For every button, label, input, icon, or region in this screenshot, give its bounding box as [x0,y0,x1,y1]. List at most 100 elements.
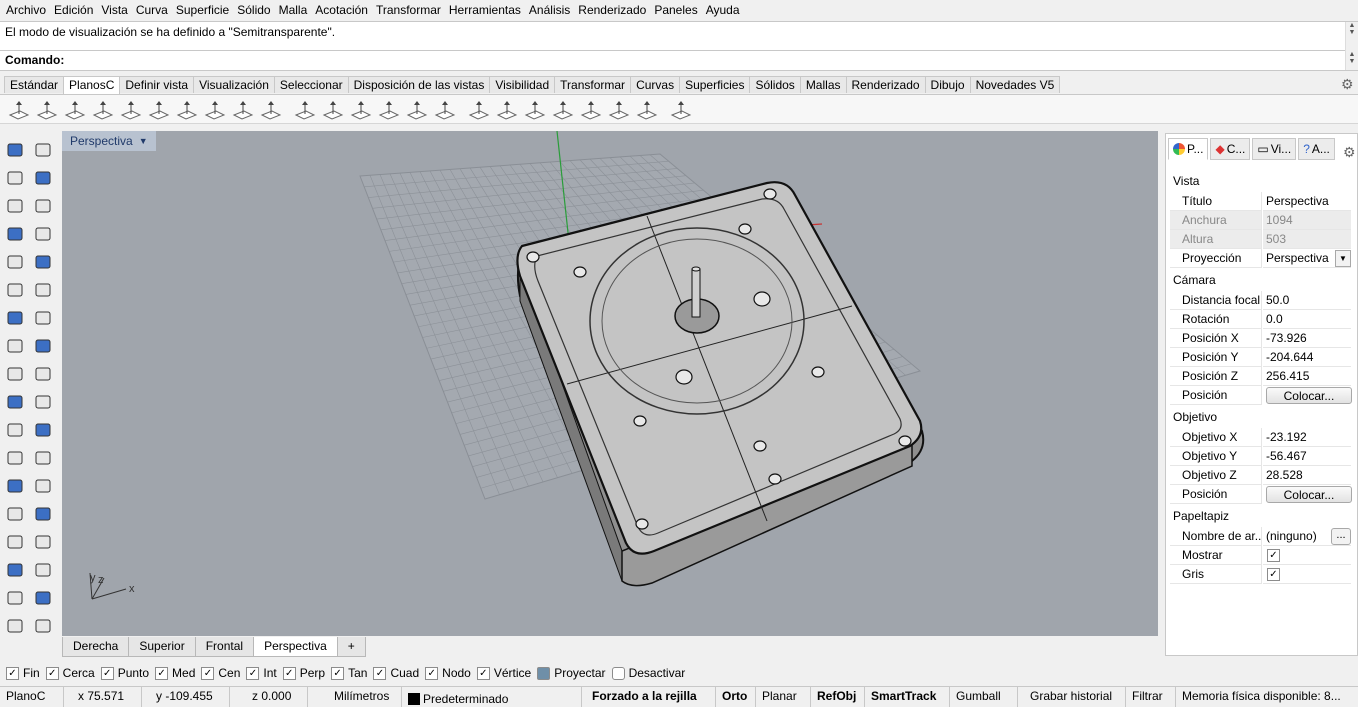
tab-curvas[interactable]: Curvas [630,76,681,93]
menu-edicion[interactable]: Edición [50,0,97,20]
osnap-12[interactable]: Desactivar [611,666,685,680]
objz-value[interactable]: 28.528 [1263,466,1351,485]
cplane-curve-icon[interactable] [260,99,282,121]
ellipse-icon[interactable] [32,195,56,219]
tab-visibilidad[interactable]: Visibilidad [489,76,556,93]
tab-transformar[interactable]: Transformar [554,76,632,93]
tab-superficies[interactable]: Superficies [679,76,751,93]
command-scrollbar[interactable]: ▲ ▼ [1345,51,1358,70]
focal-value[interactable]: 50.0 [1263,291,1351,310]
polygon-icon[interactable] [4,251,28,275]
browse-button[interactable]: ... [1331,528,1351,545]
menu-analisis[interactable]: Análisis [525,0,574,20]
mirror-icon[interactable] [32,503,56,527]
rectangle-icon[interactable] [32,223,56,247]
polyline-icon[interactable] [4,167,28,191]
cplane-next-icon[interactable] [636,99,658,121]
cplane-elevation-icon[interactable] [120,99,142,121]
tab-definir-vista[interactable]: Definir vista [119,76,195,93]
status-grid-snap[interactable]: Forzado a la rejilla [582,687,716,707]
posz-value[interactable]: 256.415 [1263,367,1351,386]
analyze-icon[interactable] [32,559,56,583]
osnap-checkbox[interactable]: ✓ [100,666,114,680]
cplane-undo-icon[interactable] [434,99,456,121]
menu-superficie[interactable]: Superficie [172,0,233,20]
osnap-0[interactable]: ✓ Fin [6,666,40,680]
menu-vista[interactable]: Vista [97,0,131,20]
boolean-icon[interactable] [32,363,56,387]
gris-checkbox[interactable]: ✓ [1267,568,1280,581]
curve-icon[interactable] [32,167,56,191]
posx-value[interactable]: -73.926 [1263,329,1351,348]
osnap-checkbox[interactable]: ✓ [246,666,260,680]
split-icon[interactable] [4,391,28,415]
cplane-surface-icon[interactable] [468,99,490,121]
objy-value[interactable]: -56.467 [1263,447,1351,466]
menu-paneles[interactable]: Paneles [650,0,701,20]
status-ortho[interactable]: Orto [716,687,756,707]
status-history[interactable]: Grabar historial [1018,687,1126,707]
osnap-checkbox[interactable]: ✓ [425,666,439,680]
objx-value[interactable]: -23.192 [1263,428,1351,447]
menu-malla[interactable]: Malla [275,0,312,20]
check-icon[interactable] [4,587,28,611]
menu-ayuda[interactable]: Ayuda [702,0,744,20]
menu-renderizado[interactable]: Renderizado [574,0,650,20]
cplane-3d-icon[interactable] [670,99,692,121]
dimension-icon[interactable] [32,475,56,499]
panel-tab-properties[interactable]: P... [1168,138,1209,160]
trim-icon[interactable] [32,391,56,415]
osnap-checkbox[interactable]: ✓ [331,666,345,680]
panel-gear-icon[interactable]: ⚙ [1343,144,1356,161]
union-icon[interactable] [4,419,28,443]
osnap-7[interactable]: ✓ Tan [331,666,367,680]
osnap-1[interactable]: ✓ Cerca [45,666,95,680]
render-icon[interactable] [4,615,28,639]
cplane-move-icon[interactable] [496,99,518,121]
osnap-4[interactable]: ✓ Cen [201,666,240,680]
status-layer[interactable]: Predeterminado [402,687,582,707]
cplane-right-icon[interactable] [36,99,58,121]
cplane-right-arrow-icon[interactable] [608,99,630,121]
cplane-top-icon[interactable] [8,99,30,121]
osnap-9[interactable]: ✓ Nodo [425,666,471,680]
osnap-5[interactable]: ✓ Int [246,666,277,680]
arc-icon[interactable] [4,223,28,247]
rotacion-value[interactable]: 0.0 [1263,310,1351,329]
panel-tab-display[interactable]: ▭ Vi... [1252,138,1297,160]
panel-tab-layers[interactable]: ◆ C... [1210,138,1251,160]
panel-tab-help[interactable]: ? A... [1298,138,1335,160]
status-gumball[interactable]: Gumball [950,687,1018,707]
vptab-perspectiva[interactable]: Perspectiva [253,637,338,657]
status-smarttrack[interactable]: SmartTrack [865,687,950,707]
cplane-3pt-icon[interactable] [148,99,170,121]
rotate-view-icon[interactable] [32,587,56,611]
viewport-title[interactable]: Perspectiva ▼ [62,131,156,151]
point-icon[interactable] [32,139,56,163]
tab-estandar[interactable]: Estándar [4,76,65,93]
titulo-value[interactable]: Perspectiva [1263,192,1351,211]
cplane-object-icon[interactable] [232,99,254,121]
osnap-checkbox[interactable] [537,666,551,680]
osnap-checkbox[interactable]: ✓ [201,666,215,680]
colocar-objetivo-button[interactable]: Colocar... [1266,486,1352,503]
osnap-6[interactable]: ✓ Perp [282,666,325,680]
text-icon[interactable] [4,475,28,499]
status-units[interactable]: Milímetros [308,687,402,707]
colocar-camara-button[interactable]: Colocar... [1266,387,1352,404]
grid-icon[interactable] [32,531,56,555]
tab-solidos[interactable]: Sólidos [749,76,801,93]
cplane-up-icon[interactable] [524,99,546,121]
status-cplane[interactable]: PlanoC [0,687,64,707]
menu-curva[interactable]: Curva [132,0,172,20]
cplane-view-icon[interactable] [322,99,344,121]
osnap-10[interactable]: ✓ Vértice [476,666,531,680]
tab-dibujo[interactable]: Dibujo [924,76,971,93]
add-viewport-tab-icon[interactable]: + [336,637,366,657]
posy-value[interactable]: -204.644 [1263,348,1351,367]
osnap-3[interactable]: ✓ Med [155,666,195,680]
cplane-rotate-icon[interactable] [294,99,316,121]
lock-icon[interactable] [4,559,28,583]
tab-disposicion[interactable]: Disposición de las vistas [347,76,491,93]
osnap-checkbox[interactable] [611,666,625,680]
